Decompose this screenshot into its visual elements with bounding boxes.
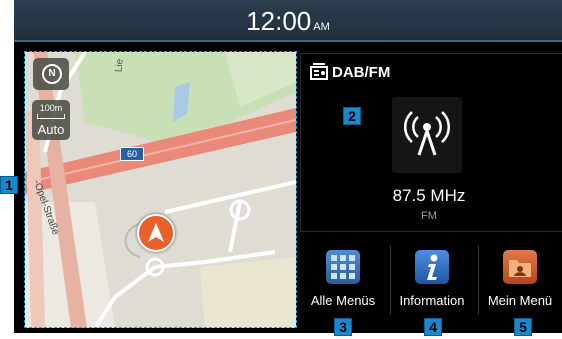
north-icon: N (42, 64, 62, 84)
callout-badge-3: 3 (334, 318, 352, 336)
all-menus-label: Alle Menüs (310, 293, 376, 308)
scale-bar-icon (37, 114, 65, 119)
navigation-map[interactable]: Lie -Opel-Straße 60 (25, 52, 296, 328)
head-unit-screen: 12:00 AM Lie -Opel-Straße 60 N 100m Auto… (0, 0, 562, 339)
callout-badge-1: 1 (0, 176, 18, 194)
scale-zoom-button[interactable]: 100m Auto (32, 100, 70, 140)
road-shield: 60 (120, 147, 144, 161)
folder-icon (503, 250, 537, 284)
clock-time: 12:00 (246, 6, 312, 36)
vehicle-position-icon (137, 214, 175, 252)
compass-button[interactable]: N (33, 58, 69, 90)
scale-distance: 100m (39, 103, 63, 113)
all-menus-button[interactable]: Alle Menüs (300, 242, 386, 322)
status-bar: 12:00 AM (14, 0, 562, 42)
radio-band: FM (421, 210, 437, 222)
zoom-mode: Auto (37, 122, 65, 137)
radio-antenna-icon (392, 97, 462, 173)
callout-badge-5: 5 (514, 318, 532, 336)
grid-icon (326, 250, 360, 284)
radio-frequency: 87.5 MHz (392, 186, 466, 205)
callout-badge-4: 4 (424, 318, 442, 336)
my-menu-button[interactable]: Mein Menü (477, 242, 562, 322)
info-icon (415, 250, 449, 284)
radio-source-label: DAB/FM (332, 64, 391, 81)
information-button[interactable]: Information (389, 242, 475, 322)
information-label: Information (399, 293, 465, 308)
my-menu-label: Mein Menü (487, 293, 553, 308)
clock-ampm: AM (313, 21, 330, 33)
callout-badge-2: 2 (343, 107, 361, 125)
street-label: Lie (113, 58, 126, 73)
map-canvas (25, 52, 296, 328)
clock: 12:00 AM (14, 6, 562, 37)
radio-source-icon (310, 63, 328, 80)
